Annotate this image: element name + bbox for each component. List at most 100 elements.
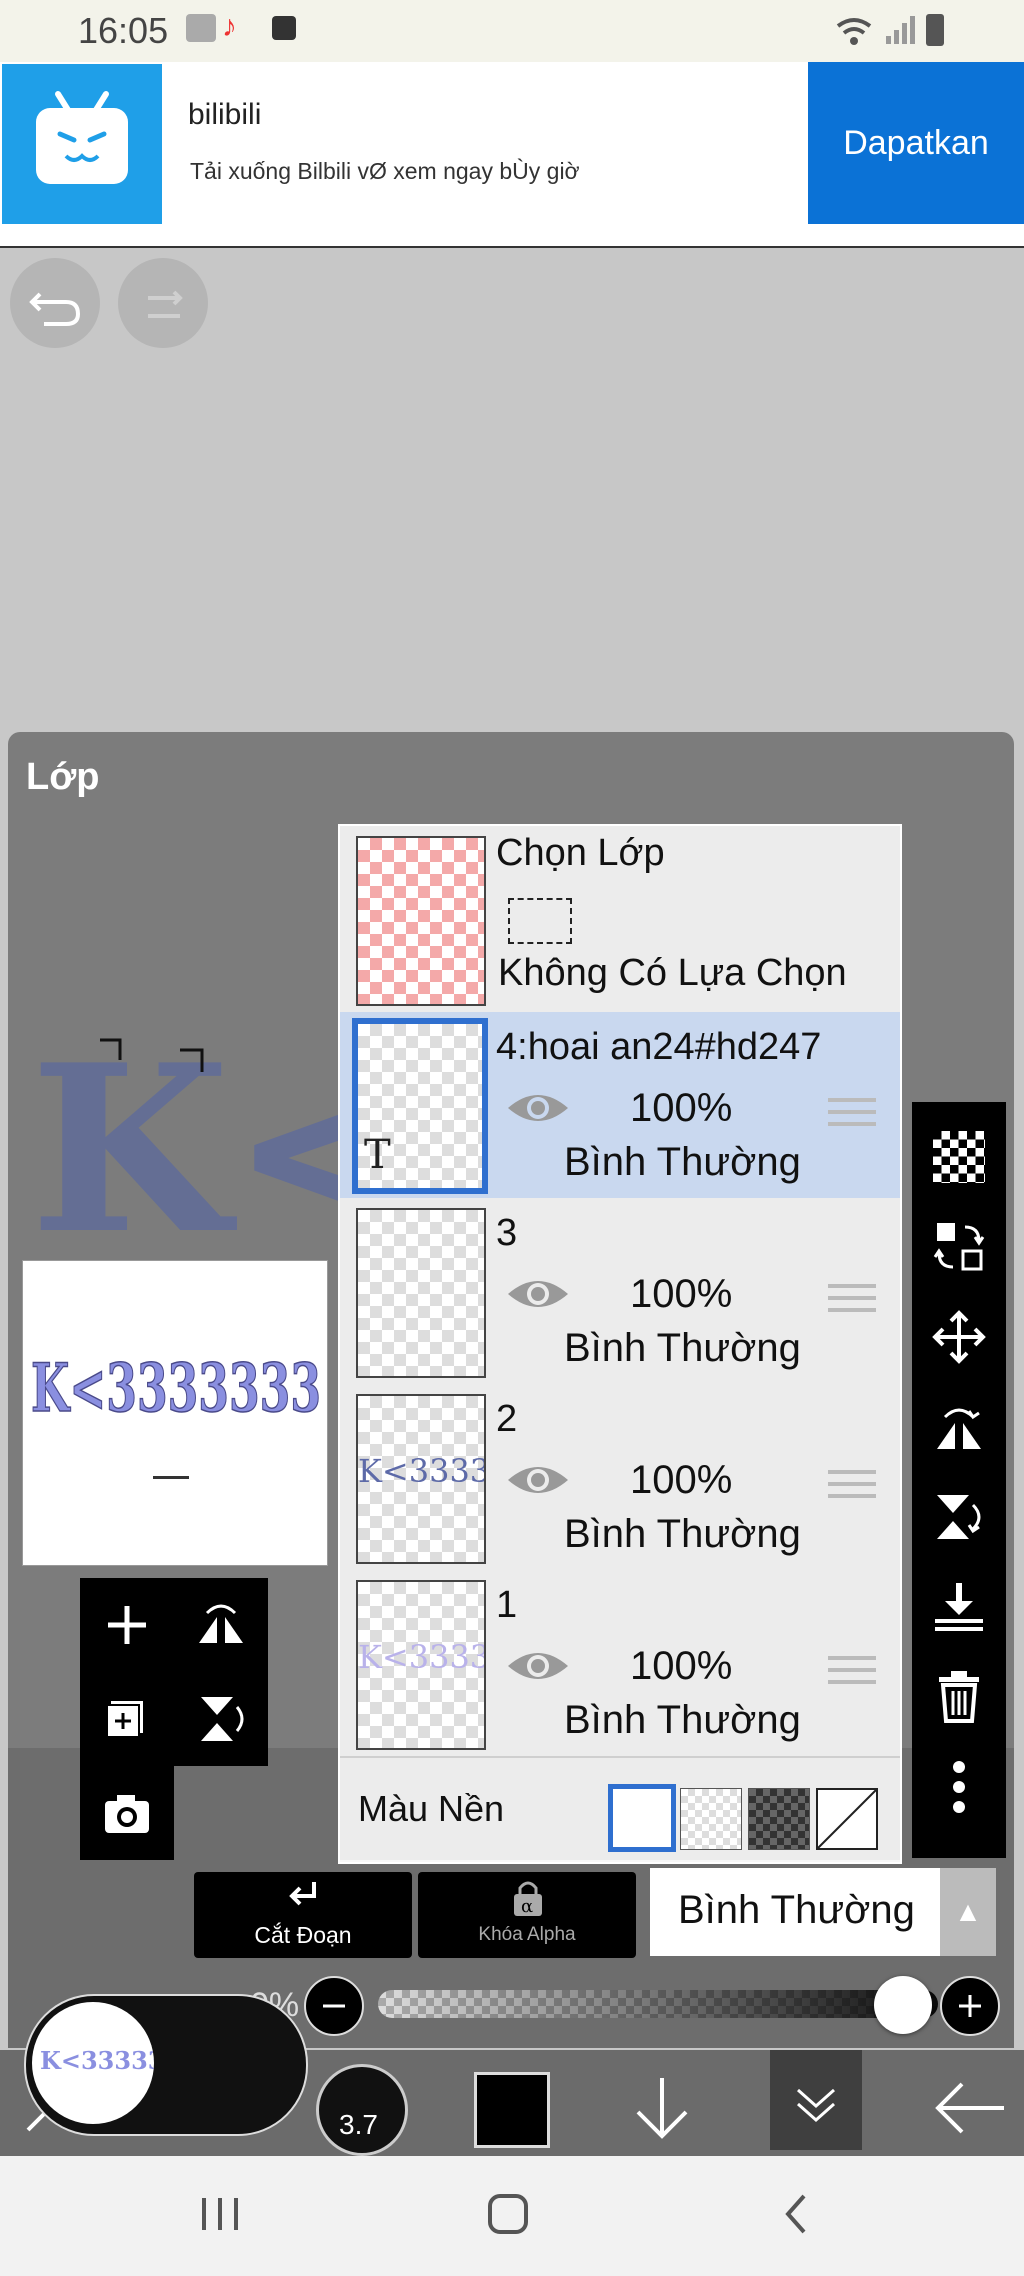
- merge-down-icon: [935, 1583, 983, 1631]
- layer-opacity: 100%: [630, 1086, 733, 1130]
- layer-opacity: 100%: [630, 1644, 733, 1688]
- delete-layer-button[interactable]: [912, 1652, 1006, 1742]
- selection-row[interactable]: Chọn Lớp Không Có Lựa Chọn: [340, 826, 900, 1014]
- drag-handle-icon[interactable]: [828, 1656, 876, 1686]
- left-layer-tools: [80, 1578, 268, 1864]
- wifi-icon: [836, 18, 872, 45]
- flip-vertical-icon: [937, 1495, 981, 1539]
- flip-horizontal-icon: [937, 1408, 981, 1449]
- minus-icon: [323, 2004, 345, 2008]
- layer-row[interactable]: K<333333 2 100% Bình Thường: [340, 1384, 900, 1572]
- system-nav-bar: [0, 2156, 1024, 2276]
- brush-size-button[interactable]: 3.7: [316, 2064, 408, 2156]
- camera-button[interactable]: [80, 1766, 174, 1860]
- bg-white-swatch[interactable]: [608, 1784, 676, 1852]
- layer-thumbnail: K<333333: [356, 1394, 486, 1564]
- layer-thumbnail-text: K<333333: [358, 1452, 484, 1490]
- bg-dark-checker-swatch[interactable]: [748, 1788, 810, 1850]
- swap-selection-button[interactable]: [912, 1202, 1006, 1292]
- duplicate-layer-icon: [106, 1701, 143, 1738]
- selection-status: Không Có Lựa Chọn: [498, 952, 847, 994]
- arrow-down-icon[interactable]: [630, 2074, 694, 2144]
- swap-icon: [933, 1223, 985, 1271]
- canvas-preview[interactable]: K<3333333: [22, 1260, 328, 1566]
- clipping-arrow-icon: [289, 1882, 316, 1906]
- ad-cta-button[interactable]: Dapatkan: [808, 62, 1024, 224]
- recent-apps-icon[interactable]: [196, 2192, 244, 2236]
- move-button[interactable]: [912, 1292, 1006, 1382]
- flip-vertical-icon: [201, 1697, 244, 1741]
- drag-handle-icon[interactable]: [828, 1284, 876, 1314]
- selection-title: Chọn Lớp: [496, 832, 665, 874]
- opacity-decrease-button[interactable]: [304, 1976, 364, 2036]
- merge-down-button[interactable]: [912, 1562, 1006, 1652]
- add-layer-button[interactable]: [80, 1578, 174, 1672]
- layer-row[interactable]: 3 100% Bình Thường: [340, 1198, 900, 1386]
- back-arrow-icon[interactable]: [930, 2074, 1010, 2144]
- text-layer-icon: T: [364, 1132, 391, 1178]
- duplicate-layer-button[interactable]: [80, 1672, 174, 1766]
- signal-icon: [886, 16, 915, 44]
- opacity-slider-thumb[interactable]: [874, 1976, 932, 2034]
- transparency-checker-button[interactable]: [912, 1112, 1006, 1202]
- undo-icon: [29, 292, 81, 326]
- drag-handle-icon[interactable]: [828, 1098, 876, 1128]
- drag-handle-icon[interactable]: [828, 1470, 876, 1500]
- alpha-lock-button[interactable]: α Khóa Alpha: [418, 1872, 636, 1958]
- opacity-increase-button[interactable]: [940, 1976, 1000, 2036]
- plus-icon: [959, 1995, 981, 2017]
- layer-thumbnail: [356, 1208, 486, 1378]
- svg-text:K<3333333: K<3333333: [31, 1349, 321, 1427]
- flip-vertical-layer-button[interactable]: [912, 1472, 1006, 1562]
- redo-icon: [148, 290, 183, 318]
- collapse-panel-button[interactable]: [770, 2050, 862, 2150]
- visibility-eye-icon[interactable]: [506, 1088, 570, 1128]
- brush-preview-text: K<333333: [40, 2046, 154, 2075]
- preview-artwork: K<3333333: [30, 1348, 322, 1479]
- layer-name: 1: [496, 1584, 518, 1626]
- undo-button[interactable]: [10, 258, 100, 348]
- flip-horizontal-layer-button[interactable]: [912, 1382, 1006, 1472]
- selection-marquee-icon: [508, 898, 572, 944]
- primary-color-swatch[interactable]: [474, 2072, 550, 2148]
- visibility-eye-icon[interactable]: [506, 1274, 570, 1314]
- selection-thumbnail: [356, 836, 486, 1006]
- ad-banner[interactable]: bilibili Tải xuống Bilbili vØ xem ngay b…: [0, 62, 1024, 249]
- app-notification-icon: [272, 16, 296, 40]
- flip-vertical-button[interactable]: [174, 1672, 268, 1766]
- layer-blend-mode: Bình Thường: [564, 1140, 801, 1184]
- clipping-button[interactable]: Cắt Đoạn: [194, 1872, 412, 1958]
- more-vertical-icon: [953, 1761, 965, 1813]
- opacity-slider[interactable]: [378, 1990, 938, 2018]
- lock-icon: α: [514, 1881, 542, 1917]
- panel-title: Lớp: [26, 756, 100, 798]
- bilibili-logo: [2, 64, 162, 224]
- layer-name: 2: [496, 1398, 518, 1440]
- blend-mode-select[interactable]: Bình Thường ▲: [650, 1868, 996, 1956]
- brush-preview: K<333333: [32, 2002, 154, 2124]
- layer-row[interactable]: T 4:hoai an24#hd247 100% Bình Thường: [340, 1012, 900, 1200]
- gallery-notification-icon: [186, 14, 216, 42]
- flip-horizontal-button[interactable]: [174, 1578, 268, 1672]
- layer-row[interactable]: K<333333 1 100% Bình Thường: [340, 1570, 900, 1758]
- bg-none-swatch[interactable]: [816, 1788, 878, 1850]
- layer-list: Chọn Lớp Không Có Lựa Chọn T 4:hoai an24…: [338, 824, 902, 1864]
- bg-transparent-swatch[interactable]: [680, 1788, 742, 1850]
- visibility-eye-icon[interactable]: [506, 1646, 570, 1686]
- layer-thumbnail: K<333333: [356, 1580, 486, 1750]
- trash-icon: [939, 1671, 979, 1723]
- back-nav-icon[interactable]: [776, 2190, 816, 2238]
- layer-blend-mode: Bình Thường: [564, 1512, 801, 1556]
- plus-icon: [108, 1606, 146, 1644]
- more-options-button[interactable]: [912, 1742, 1006, 1832]
- redo-button[interactable]: [118, 258, 208, 348]
- move-arrows-icon: [932, 1310, 986, 1364]
- checker-icon: [933, 1131, 985, 1183]
- visibility-eye-icon[interactable]: [506, 1460, 570, 1500]
- brush-size-value: 3.7: [339, 2109, 378, 2140]
- layer-thumbnail: T: [352, 1018, 488, 1194]
- ad-subtitle: Tải xuống Bilbili vØ xem ngay bÙy giờ: [190, 158, 580, 184]
- right-layer-toolbar: [912, 1102, 1006, 1858]
- home-icon[interactable]: [484, 2190, 532, 2238]
- brush-preview-pill[interactable]: K<333333: [24, 1994, 308, 2136]
